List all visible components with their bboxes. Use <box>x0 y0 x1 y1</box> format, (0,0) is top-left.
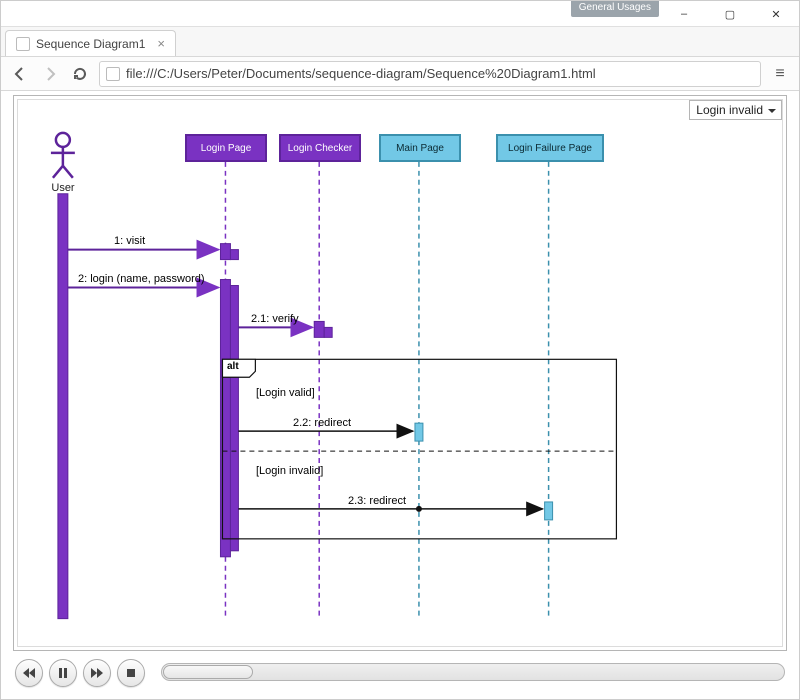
close-button[interactable]: ✕ <box>753 1 799 27</box>
browser-window: General Usages – ▢ ✕ Sequence Diagram1 ×… <box>0 0 800 700</box>
guard-invalid-label: [Login invalid] <box>256 465 323 477</box>
activation-bars <box>58 194 553 619</box>
maximize-icon: ▢ <box>725 8 735 21</box>
actor-label: User <box>48 180 78 194</box>
pause-button[interactable] <box>49 659 77 687</box>
back-button[interactable] <box>9 63 31 85</box>
file-icon <box>106 67 120 81</box>
sequence-diagram <box>18 100 782 659</box>
lifeline-main-page[interactable]: Main Page <box>379 134 461 162</box>
rewind-button[interactable] <box>15 659 43 687</box>
address-bar: file:///C:/Users/Peter/Documents/sequenc… <box>1 57 799 91</box>
lifeline-label: Login Page <box>201 143 252 154</box>
message-visit-label: 1: visit <box>114 235 145 247</box>
reload-button[interactable] <box>69 63 91 85</box>
guard-valid-label: [Login valid] <box>256 387 315 399</box>
window-buttons: – ▢ ✕ <box>661 1 799 27</box>
browser-menu-button[interactable]: ≡ <box>769 63 791 85</box>
general-usages-tag: General Usages <box>571 1 659 17</box>
lifeline-login-failure[interactable]: Login Failure Page <box>496 134 604 162</box>
message-login-label: 2: login (name, password) <box>78 273 205 285</box>
reload-icon <box>72 66 88 82</box>
arrow-left-icon <box>12 66 28 82</box>
titlebar: General Usages – ▢ ✕ <box>1 1 799 27</box>
playback-slider[interactable] <box>161 663 785 681</box>
pause-icon <box>56 666 70 680</box>
message-redirect2-label: 2.3: redirect <box>348 495 406 507</box>
lifeline-login-page[interactable]: Login Page <box>185 134 267 162</box>
diagram-panel: Login invalid <box>13 95 787 651</box>
lifeline-label: Login Failure Page <box>508 143 592 154</box>
alt-operator-label: alt <box>227 361 239 372</box>
message-verify-label: 2.1: verify <box>251 313 299 325</box>
tab-favicon-icon <box>16 37 30 51</box>
stop-button[interactable] <box>117 659 145 687</box>
tab-title: Sequence Diagram1 <box>36 37 145 51</box>
lifeline-label: Main Page <box>396 143 444 154</box>
diagram-panel-inner: Login invalid <box>17 99 783 647</box>
actor-icon <box>51 133 75 178</box>
minimize-button[interactable]: – <box>661 1 707 27</box>
url-text: file:///C:/Users/Peter/Documents/sequenc… <box>126 66 596 81</box>
url-field[interactable]: file:///C:/Users/Peter/Documents/sequenc… <box>99 61 761 87</box>
hamburger-icon: ≡ <box>775 65 784 83</box>
lifeline-login-checker[interactable]: Login Checker <box>279 134 361 162</box>
tab-close-icon[interactable]: × <box>157 36 165 51</box>
lifeline-label: Login Checker <box>288 143 352 154</box>
tab-strip: Sequence Diagram1 × <box>1 27 799 57</box>
forward-button[interactable] <box>39 63 61 85</box>
message-redirect1-label: 2.2: redirect <box>293 417 351 429</box>
minimize-icon: – <box>681 8 687 20</box>
rewind-icon <box>22 666 36 680</box>
page-viewport: Login invalid <box>1 91 799 699</box>
browser-tab[interactable]: Sequence Diagram1 × <box>5 30 176 56</box>
stop-icon <box>124 666 138 680</box>
lifelines-group-cyan <box>419 162 549 619</box>
forward-play-button[interactable] <box>83 659 111 687</box>
arrow-right-icon <box>42 66 58 82</box>
close-icon: ✕ <box>771 8 780 21</box>
playback-controls <box>15 659 145 687</box>
fast-forward-icon <box>90 666 104 680</box>
actor-name: User <box>48 182 78 194</box>
maximize-button[interactable]: ▢ <box>707 1 753 27</box>
playback-slider-thumb[interactable] <box>163 665 253 679</box>
